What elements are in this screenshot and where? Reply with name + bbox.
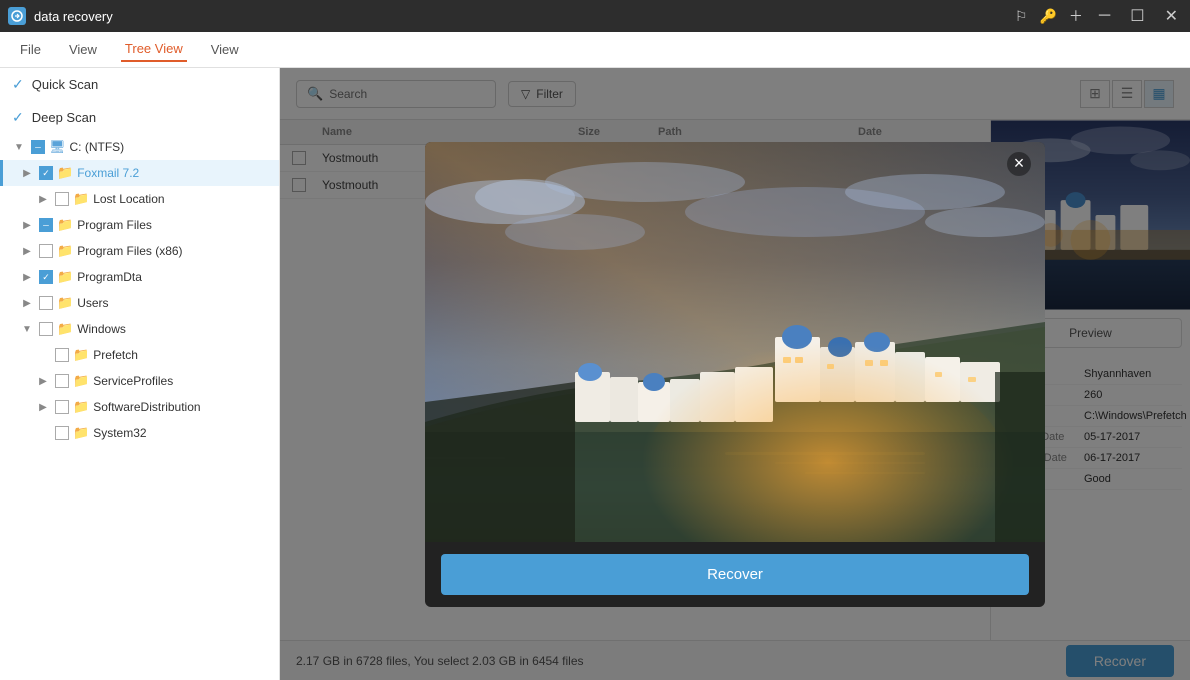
- titlebar: data recovery ⚐ 🔑 ＋ ─ ☐ ✕: [0, 0, 1190, 32]
- plus-icon[interactable]: ＋: [1069, 6, 1083, 26]
- folder-icon-system32: 📁: [73, 425, 89, 441]
- folder-icon-softwaredistribution: 📁: [73, 399, 89, 415]
- folder-icon-prefetch: 📁: [73, 347, 89, 363]
- modal-scene-svg: [425, 142, 1045, 542]
- tree-item-softwaredistribution[interactable]: ▶ 📁 SoftwareDistribution: [0, 394, 279, 420]
- modal-close-button[interactable]: ×: [1007, 152, 1031, 176]
- users-label: Users: [77, 296, 108, 310]
- tree-item-windows[interactable]: ▼ 📁 Windows: [0, 316, 279, 342]
- chevron-right-icon8: ▶: [35, 402, 51, 413]
- main-layout: ✓ Quick Scan ✓ Deep Scan ▼ ─ 🖥 C: (NTFS)…: [0, 68, 1190, 680]
- check-circle-icon: ✓: [12, 76, 24, 93]
- menu-view2[interactable]: View: [207, 38, 243, 61]
- chevron-right-icon4: ▶: [19, 246, 35, 257]
- modal-image-container: [425, 142, 1045, 542]
- lost-location-label: Lost Location: [93, 192, 164, 206]
- folder-icon-serviceprofiles: 📁: [73, 373, 89, 389]
- checkbox-serviceprofiles[interactable]: [55, 374, 69, 388]
- tree-item-users[interactable]: ▶ 📁 Users: [0, 290, 279, 316]
- folder-icon-programdta: 📁: [57, 269, 73, 285]
- folder-icon-users: 📁: [57, 295, 73, 311]
- checkbox-system32[interactable]: [55, 426, 69, 440]
- deep-scan-label: Deep Scan: [32, 110, 96, 125]
- chevron-right-icon: ▶: [19, 168, 35, 179]
- key-icon[interactable]: 🔑: [1039, 8, 1056, 25]
- app-logo: [8, 7, 26, 25]
- checkbox-programdta[interactable]: ✓: [39, 270, 53, 284]
- bookmark-icon[interactable]: ⚐: [1015, 8, 1028, 25]
- titlebar-controls: ⚐ 🔑 ＋ ─ ☐ ✕: [1015, 6, 1182, 26]
- program-files-label: Program Files: [77, 218, 152, 232]
- programdta-label: ProgramDta: [77, 270, 142, 284]
- minimize-button[interactable]: ─: [1095, 7, 1114, 25]
- checkbox-c-drive[interactable]: ─: [31, 140, 45, 154]
- program-files-x86-label: Program Files (x86): [77, 244, 182, 258]
- modal-recover-button[interactable]: Recover: [441, 554, 1029, 595]
- sidebar-item-deep-scan[interactable]: ✓ Deep Scan: [0, 101, 279, 134]
- tree-item-lost-location[interactable]: ▶ 📁 Lost Location: [0, 186, 279, 212]
- chevron-right-icon2: ▶: [35, 194, 51, 205]
- tree-item-program-files-x86[interactable]: ▶ 📁 Program Files (x86): [0, 238, 279, 264]
- checkbox-program-files-x86[interactable]: [39, 244, 53, 258]
- serviceprofiles-label: ServiceProfiles: [93, 374, 173, 388]
- chevron-right-icon7: ▶: [35, 376, 51, 387]
- system32-label: System32: [93, 426, 146, 440]
- menu-file[interactable]: File: [16, 38, 45, 61]
- tree-item-program-files[interactable]: ▶ ─ 📁 Program Files: [0, 212, 279, 238]
- drive-icon: 🖥: [49, 139, 66, 155]
- folder-icon-program-files-x86: 📁: [57, 243, 73, 259]
- chevron-down-icon: ▼: [11, 142, 27, 153]
- foxmail-label: Foxmail 7.2: [77, 166, 139, 180]
- tree-item-serviceprofiles[interactable]: ▶ 📁 ServiceProfiles: [0, 368, 279, 394]
- tree-item-prefetch[interactable]: ▶ 📁 Prefetch: [0, 342, 279, 368]
- checkbox-program-files[interactable]: ─: [39, 218, 53, 232]
- app-title: data recovery: [34, 9, 113, 24]
- menubar: File View Tree View View: [0, 32, 1190, 68]
- chevron-right-icon3: ▶: [19, 220, 35, 231]
- menu-tree-view[interactable]: Tree View: [121, 37, 187, 62]
- folder-icon-lost-location: 📁: [73, 191, 89, 207]
- modal-dialog: ×: [425, 142, 1045, 607]
- chevron-down-icon2: ▼: [19, 324, 35, 335]
- close-button[interactable]: ✕: [1161, 6, 1182, 26]
- prefetch-label: Prefetch: [93, 348, 138, 362]
- sidebar-item-quick-scan[interactable]: ✓ Quick Scan: [0, 68, 279, 101]
- folder-icon-program-files: 📁: [57, 217, 73, 233]
- checkbox-lost-location[interactable]: [55, 192, 69, 206]
- chevron-right-icon5: ▶: [19, 272, 35, 283]
- folder-icon-foxmail: 📁: [57, 165, 73, 181]
- menu-view[interactable]: View: [65, 38, 101, 61]
- tree-item-c-drive[interactable]: ▼ ─ 🖥 C: (NTFS): [0, 134, 279, 160]
- c-drive-label: C: (NTFS): [70, 140, 125, 154]
- quick-scan-label: Quick Scan: [32, 77, 98, 92]
- softwaredistribution-label: SoftwareDistribution: [93, 400, 200, 414]
- checkbox-foxmail[interactable]: ✓: [39, 166, 53, 180]
- maximize-button[interactable]: ☐: [1126, 6, 1148, 26]
- modal-overlay[interactable]: ×: [280, 68, 1190, 680]
- windows-label: Windows: [77, 322, 126, 336]
- tree-item-foxmail[interactable]: ▶ ✓ 📁 Foxmail 7.2: [0, 160, 279, 186]
- checkbox-users[interactable]: [39, 296, 53, 310]
- titlebar-left: data recovery: [8, 7, 113, 25]
- sidebar-tree: ▼ ─ 🖥 C: (NTFS) ▶ ✓ 📁 Foxmail 7.2 ▶ 📁 Lo…: [0, 134, 279, 446]
- chevron-right-icon6: ▶: [19, 298, 35, 309]
- checkbox-windows[interactable]: [39, 322, 53, 336]
- tree-item-system32[interactable]: ▶ 📁 System32: [0, 420, 279, 446]
- check-circle-icon2: ✓: [12, 109, 24, 126]
- folder-icon-windows: 📁: [57, 321, 73, 337]
- sidebar: ✓ Quick Scan ✓ Deep Scan ▼ ─ 🖥 C: (NTFS)…: [0, 68, 280, 680]
- tree-item-programdta[interactable]: ▶ ✓ 📁 ProgramDta: [0, 264, 279, 290]
- checkbox-softwaredistribution[interactable]: [55, 400, 69, 414]
- checkbox-prefetch[interactable]: [55, 348, 69, 362]
